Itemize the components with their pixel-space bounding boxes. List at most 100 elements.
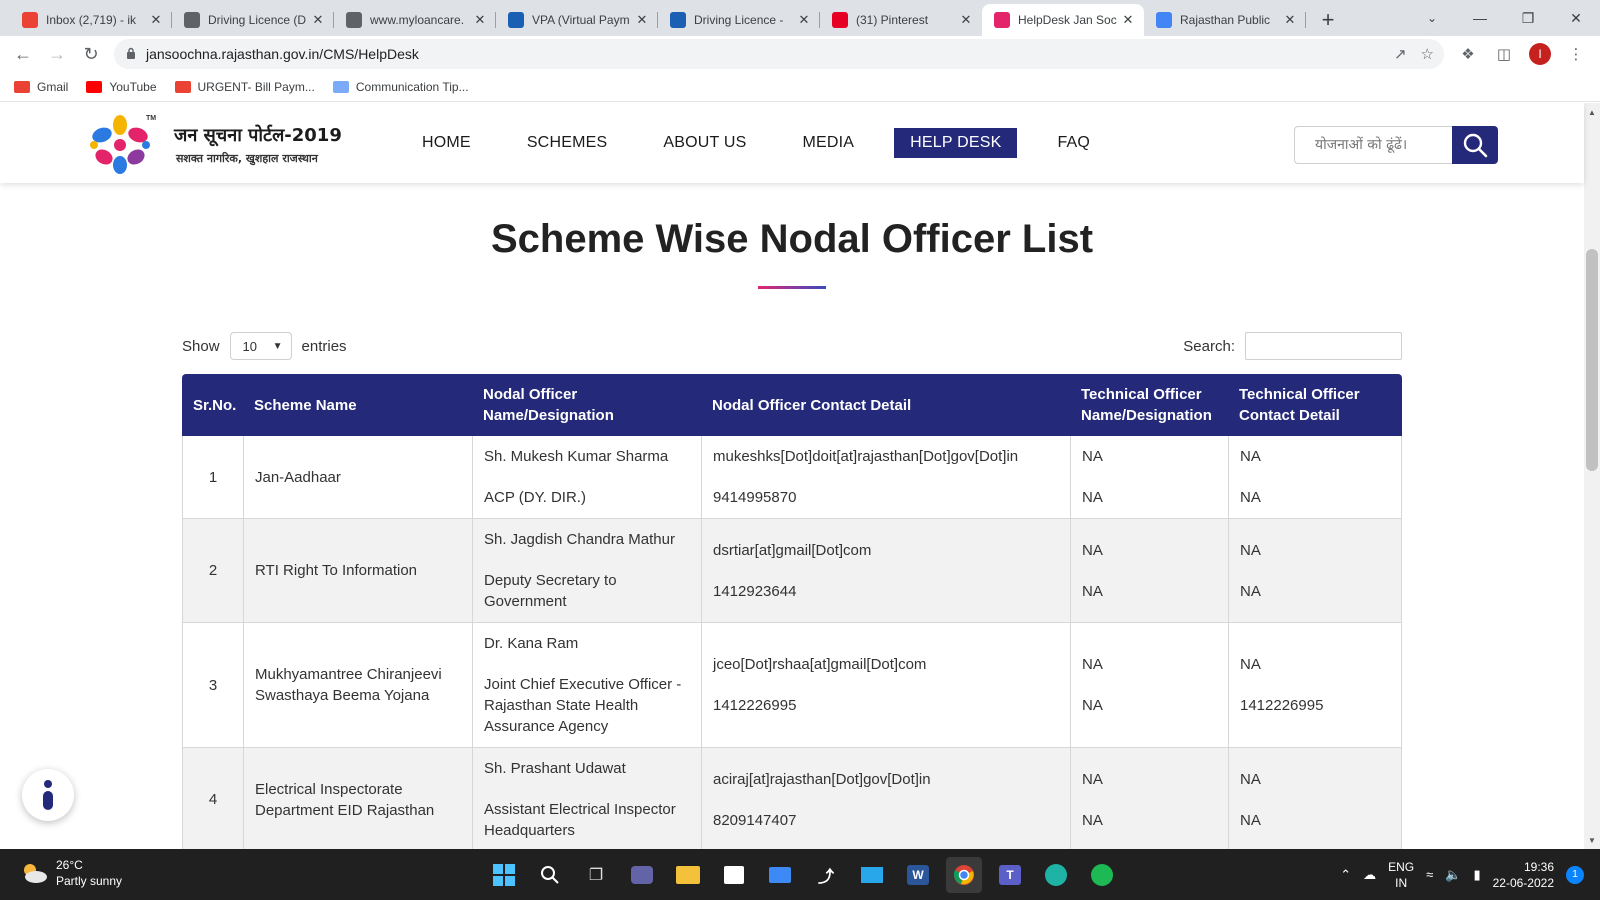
notification-badge[interactable]: 1 [1566, 865, 1584, 884]
close-window-icon[interactable]: ✕ [1552, 0, 1600, 36]
share-icon[interactable]: ↗ [1394, 45, 1407, 63]
browser-tab[interactable]: VPA (Virtual Paym ✕ [496, 4, 658, 36]
gmail-icon [22, 12, 38, 28]
back-arrow-icon[interactable]: ← [6, 37, 40, 71]
show-hidden-icons-chevron-icon[interactable]: ⌃ [1340, 867, 1351, 883]
scheme-search-input[interactable] [1294, 126, 1452, 164]
browser-menu-icon[interactable]: ⋮ [1562, 40, 1590, 68]
browser-tab[interactable]: HelpDesk Jan Soc ✕ [982, 4, 1144, 36]
tab-close-icon[interactable]: ✕ [1282, 12, 1298, 28]
weather-widget[interactable]: 26°C Partly sunny [20, 857, 122, 889]
browser-tab[interactable]: Driving Licence - ✕ [658, 4, 820, 36]
lightning-app-icon[interactable]: ⤴ [808, 857, 844, 893]
search-button[interactable] [1452, 126, 1498, 164]
microsoft-store-icon[interactable] [716, 857, 752, 893]
cell-nodal-contact: dsrtiar[at]gmail[Dot]com 1412923644 [701, 519, 1070, 623]
battery-icon[interactable]: ▮ [1473, 867, 1480, 883]
teams-chat-icon[interactable] [624, 857, 660, 893]
cell-sr-no: 3 [182, 623, 243, 748]
header-sr-no[interactable]: Sr.No. [182, 374, 243, 436]
tab-close-icon[interactable]: ✕ [1120, 12, 1136, 28]
header-technical-officer[interactable]: Technical Officer Name/Designation [1070, 374, 1228, 436]
nav-item-schemes[interactable]: SCHEMES [511, 128, 624, 158]
spotify-icon[interactable] [1084, 857, 1120, 893]
nav-item-home[interactable]: HOME [406, 128, 487, 158]
info-icon [43, 780, 53, 810]
officer-email: jceo[Dot]rshaa[at]gmail[Dot]com [713, 656, 927, 673]
tab-close-icon[interactable]: ✕ [472, 12, 488, 28]
header-nodal-officer[interactable]: Nodal Officer Name/Designation [472, 374, 701, 436]
extensions-puzzle-icon[interactable]: ❖ [1454, 40, 1482, 68]
scrollbar-thumb[interactable] [1586, 249, 1598, 471]
tab-search-icon[interactable]: ⌄ [1418, 0, 1446, 36]
jan-soochna-logo[interactable]: TM जन सूचना पोर्टल-2019 सशक्त नागरिक, खु… [84, 111, 344, 177]
tab-title: Inbox (2,719) - ik [46, 13, 137, 27]
task-view-icon[interactable]: ❐ [578, 857, 614, 893]
chrome-icon[interactable] [946, 857, 982, 893]
bookmark-item[interactable]: Gmail [14, 80, 68, 94]
desktop-app-icon[interactable] [854, 857, 890, 893]
officer-phone: 1412226995 [713, 697, 797, 714]
table-search-input[interactable] [1245, 332, 1402, 360]
cell-nodal-officer: Sh. Mukesh Kumar Sharma ACP (DY. DIR.) [472, 436, 701, 519]
tab-close-icon[interactable]: ✕ [310, 12, 326, 28]
info-button[interactable] [22, 769, 74, 821]
page-scrollbar[interactable]: ▲ ▼ [1584, 103, 1600, 849]
new-tab-button[interactable]: + [1312, 4, 1344, 36]
entries-select[interactable]: 10 ▼ [229, 332, 292, 360]
officer-email: aciraj[at]rajasthan[Dot]gov[Dot]in [713, 770, 931, 788]
file-explorer-icon[interactable] [670, 857, 706, 893]
profile-avatar[interactable]: I [1526, 40, 1554, 68]
browser-tab[interactable]: Driving Licence (D ✕ [172, 4, 334, 36]
clock[interactable]: 19:36 22-06-2022 [1493, 859, 1554, 891]
scroll-up-arrow-icon[interactable]: ▲ [1584, 105, 1600, 119]
nav-item-media[interactable]: MEDIA [786, 128, 870, 158]
word-icon[interactable]: W [900, 857, 936, 893]
browser-tab[interactable]: (31) Pinterest ✕ [820, 4, 982, 36]
header-nodal-contact[interactable]: Nodal Officer Contact Detail [701, 374, 1070, 436]
bookmark-item[interactable]: YouTube [86, 80, 157, 94]
windows-start-icon[interactable] [486, 857, 522, 893]
nav-item-about-us[interactable]: ABOUT US [647, 128, 762, 158]
site-icon [670, 12, 686, 28]
tab-close-icon[interactable]: ✕ [148, 12, 164, 28]
scroll-down-arrow-icon[interactable]: ▼ [1584, 833, 1600, 847]
browser-tab[interactable]: Rajasthan Public ✕ [1144, 4, 1306, 36]
nav-item-faq[interactable]: FAQ [1041, 128, 1106, 158]
search-taskbar-icon[interactable] [532, 857, 568, 893]
restore-icon[interactable]: ❐ [1504, 0, 1552, 36]
officer-phone: 8209147407 [713, 811, 797, 829]
bookmark-item[interactable]: Communication Tip... [332, 79, 469, 94]
teams-icon[interactable]: T [992, 857, 1028, 893]
bookmark-star-icon[interactable]: ☆ [1421, 45, 1434, 63]
header-scheme-name[interactable]: Scheme Name [243, 374, 472, 436]
onedrive-cloud-icon[interactable]: ☁ [1363, 867, 1376, 883]
cell-scheme-name: Jan-Aadhaar [243, 436, 472, 519]
browser-tab[interactable]: Inbox (2,719) - ik ✕ [10, 4, 172, 36]
side-panel-icon[interactable]: ◫ [1490, 40, 1518, 68]
wifi-icon[interactable]: ≈ [1426, 867, 1433, 882]
bookmark-label: Communication Tip... [355, 79, 469, 94]
language-indicator[interactable]: ENG IN [1388, 859, 1414, 891]
browser-tab[interactable]: www.myloancare. ✕ [334, 4, 496, 36]
tab-close-icon[interactable]: ✕ [958, 12, 974, 28]
nav-item-help-desk[interactable]: HELP DESK [894, 128, 1018, 158]
tab-close-icon[interactable]: ✕ [634, 12, 650, 28]
minimize-icon[interactable]: — [1456, 0, 1504, 36]
reload-icon[interactable]: ↻ [74, 37, 108, 71]
cell-scheme-name: Mukhyamantree Chiranjeevi Swasthaya Beem… [243, 623, 472, 748]
edge-icon[interactable] [1038, 857, 1074, 893]
docs-icon [1156, 12, 1172, 28]
header-technical-contact[interactable]: Technical Officer Contact Detail [1228, 374, 1402, 436]
forward-arrow-icon[interactable]: → [40, 37, 74, 71]
table-header-row: Sr.No. Scheme Name Nodal Officer Name/Desi… [182, 374, 1402, 436]
address-bar[interactable]: jansoochna.rajasthan.gov.in/CMS/HelpDesk… [114, 39, 1444, 69]
tab-close-icon[interactable]: ✕ [796, 12, 812, 28]
officer-phone: 9414995870 [713, 489, 797, 506]
bookmark-item[interactable]: URGENT- Bill Paym... [174, 80, 315, 94]
browser-tab-strip: Inbox (2,719) - ik ✕ Driving Licence (D ✕ ww… [0, 0, 1600, 36]
tech-officer-phone: NA [1240, 489, 1261, 506]
partly-sunny-icon [24, 864, 47, 883]
mail-icon[interactable] [762, 857, 798, 893]
volume-icon[interactable]: 🔈 [1445, 867, 1461, 883]
